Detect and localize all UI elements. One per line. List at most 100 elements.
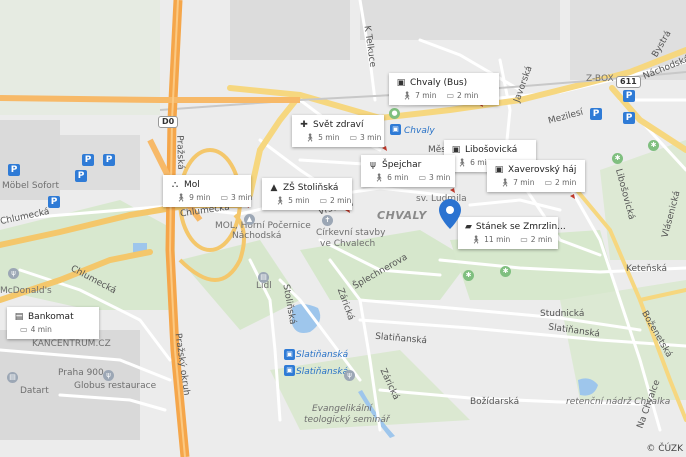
parking-icon: P xyxy=(48,196,60,208)
district-label-chvaly: CHVALY xyxy=(377,209,427,222)
bus-icon: ▣ xyxy=(396,78,406,88)
shop-icon[interactable]: ▤ xyxy=(7,372,18,383)
car-icon: ▭ xyxy=(220,193,229,202)
walk-time: 6 min xyxy=(387,173,409,182)
parking-icon: P xyxy=(82,154,94,166)
bus-icon: ▣ xyxy=(494,165,504,175)
restaurant-icon[interactable]: ψ xyxy=(344,370,355,381)
bus-stop-icon[interactable]: ▣ xyxy=(284,365,295,376)
walk-time: 5 min xyxy=(318,133,340,142)
drive-time: 2 min xyxy=(555,178,577,187)
place-label-kancentrum: KANCENTRUM.CZ xyxy=(32,339,111,349)
drive-time: 4 min xyxy=(30,325,52,334)
church-icon[interactable]: ✝ xyxy=(322,215,333,226)
place-label-lidl: Lidl xyxy=(256,281,272,291)
poi-card-stanek[interactable]: ▰ Stánek se Zmrzlin... 🚶︎ 11 min ▭ 2 min xyxy=(458,217,566,249)
poi-card-bankomat[interactable]: ▤ Bankomat ▭ 4 min xyxy=(7,307,99,339)
drive-time: 2 min xyxy=(530,235,553,244)
road-shield-611: 611 xyxy=(616,76,641,88)
place-label-slatinanska-bus: Slatiňanská xyxy=(296,350,349,360)
place-label-slatinanska-bus-2: Slatiňanská xyxy=(296,367,349,377)
poi-card-title: Mol xyxy=(184,180,200,190)
drive-time: 2 min xyxy=(457,91,479,100)
parking-icon: P xyxy=(590,108,602,120)
poi-card-title: ZŠ Stoliňská xyxy=(283,183,339,193)
street-label-bozidarska: Božídarská xyxy=(470,397,520,407)
car-icon: ▭ xyxy=(520,235,528,244)
park-icon: ✱ xyxy=(463,270,474,281)
walk-icon: 🚶︎ xyxy=(275,196,286,205)
place-label-evangelicky-2: teologický seminář xyxy=(304,415,390,425)
place-label-cirkevni-2: ve Chvalech xyxy=(320,239,376,249)
parking-icon: P xyxy=(623,90,635,102)
poi-card-chvaly-bus[interactable]: ▣ Chvaly (Bus) 🚶︎ 7 min ▭ 2 min xyxy=(389,73,499,105)
poi-card-svet-zdravi[interactable]: ✚ Svět zdraví 🚶︎ 5 min ▭ 3 min xyxy=(292,115,384,147)
street-label-studnicka: Studnická xyxy=(540,309,585,319)
place-label-globus: Globus restaurace xyxy=(74,381,157,391)
poi-card-title: Svět zdraví xyxy=(313,120,364,130)
drive-time: 3 min xyxy=(231,193,253,202)
drive-time: 2 min xyxy=(330,196,352,205)
car-icon: ▭ xyxy=(418,173,427,182)
poi-card-title: Stánek se Zmrzlin... xyxy=(475,222,566,232)
place-label-chvaly-train: Chvaly xyxy=(404,126,435,136)
atm-icon: ▤ xyxy=(14,312,24,322)
walk-icon: 🚶︎ xyxy=(374,173,385,182)
walk-icon: 🚶︎ xyxy=(471,235,482,244)
train-station-icon[interactable]: ▣ xyxy=(390,124,401,135)
poi-card-title: Xaverovský háj xyxy=(508,165,577,175)
walk-icon: 🚶︎ xyxy=(500,178,511,187)
park-icon: ✱ xyxy=(612,153,623,164)
place-label-mcdonalds: McDonald's xyxy=(0,286,52,296)
school-icon: ▲ xyxy=(270,183,278,193)
fuel-icon[interactable]: ▲ xyxy=(244,214,255,225)
walk-time: 7 min xyxy=(415,91,437,100)
place-label-mol-nachodska: Náchodská xyxy=(232,231,282,241)
restaurant-icon[interactable]: ψ xyxy=(8,268,19,279)
park-icon: ✱ xyxy=(500,266,511,277)
car-icon: ▭ xyxy=(349,133,358,142)
place-label-praha900: Praha 900 xyxy=(58,368,104,378)
bus-stop-icon[interactable]: ▣ xyxy=(284,349,295,360)
car-icon: ▭ xyxy=(319,196,328,205)
walk-time: 11 min xyxy=(484,235,511,244)
walk-icon: 🚶︎ xyxy=(176,193,187,202)
place-label-mol-horni: MOL, Horní Počernice xyxy=(215,221,311,231)
place-label-mobel: Möbel Sofort xyxy=(2,181,60,191)
tree-icon: ● xyxy=(389,108,400,119)
poi-card-zs-stolinska[interactable]: ▲ ZŠ Stoliňská 🚶︎ 5 min ▭ 2 min xyxy=(262,178,352,210)
walk-time: 5 min xyxy=(288,196,310,205)
shop-icon: ▰ xyxy=(465,222,472,232)
poi-card-xaverovsky-haj[interactable]: ▣ Xaverovský háj 🚶︎ 7 min ▭ 2 min xyxy=(487,160,585,192)
shop-icon[interactable]: ▤ xyxy=(258,272,269,283)
walk-icon: 🚶︎ xyxy=(305,133,316,142)
walk-time: 7 min xyxy=(513,178,535,187)
street-label-prazska: Pražská xyxy=(174,135,186,170)
poi-card-mol[interactable]: ⛬ Mol 🚶︎ 9 min ▭ 3 min xyxy=(163,175,253,207)
car-icon: ▭ xyxy=(20,325,28,334)
parking-icon: P xyxy=(103,154,115,166)
walk-icon: 🚶︎ xyxy=(457,158,468,167)
map-view[interactable]: Pražská Pražský okruh Chlumecká Chlumeck… xyxy=(0,0,686,457)
restaurant-icon: ψ xyxy=(370,160,376,170)
place-label-zbox: Z-BOX xyxy=(586,74,614,84)
place-label-cirkevni: Církevní stavby xyxy=(316,228,386,238)
place-label-retencni: retenční nádrž Chvalka xyxy=(566,397,671,407)
road-shield-d0: D0 xyxy=(158,116,179,128)
drive-time: 3 min xyxy=(429,173,451,182)
poi-card-title: Bankomat xyxy=(28,312,74,322)
place-label-datart: Datart xyxy=(20,386,49,396)
street-label-ketenska: Keteňská xyxy=(626,264,668,274)
parking-icon: P xyxy=(623,112,635,124)
restaurant-icon[interactable]: ψ xyxy=(103,370,114,381)
walk-icon: 🚶︎ xyxy=(402,91,413,100)
car-icon: ▭ xyxy=(544,178,553,187)
location-pin-icon[interactable] xyxy=(439,199,461,229)
poi-card-spejchar[interactable]: ψ Špejchar 🚶︎ 6 min ▭ 3 min xyxy=(361,155,455,187)
pharmacy-icon: ✚ xyxy=(300,120,308,130)
parking-icon: P xyxy=(75,170,87,182)
park-icon: ✱ xyxy=(648,140,659,151)
drive-time: 3 min xyxy=(360,133,382,142)
mall-icon: ⛬ xyxy=(171,180,179,190)
car-icon: ▭ xyxy=(446,91,455,100)
